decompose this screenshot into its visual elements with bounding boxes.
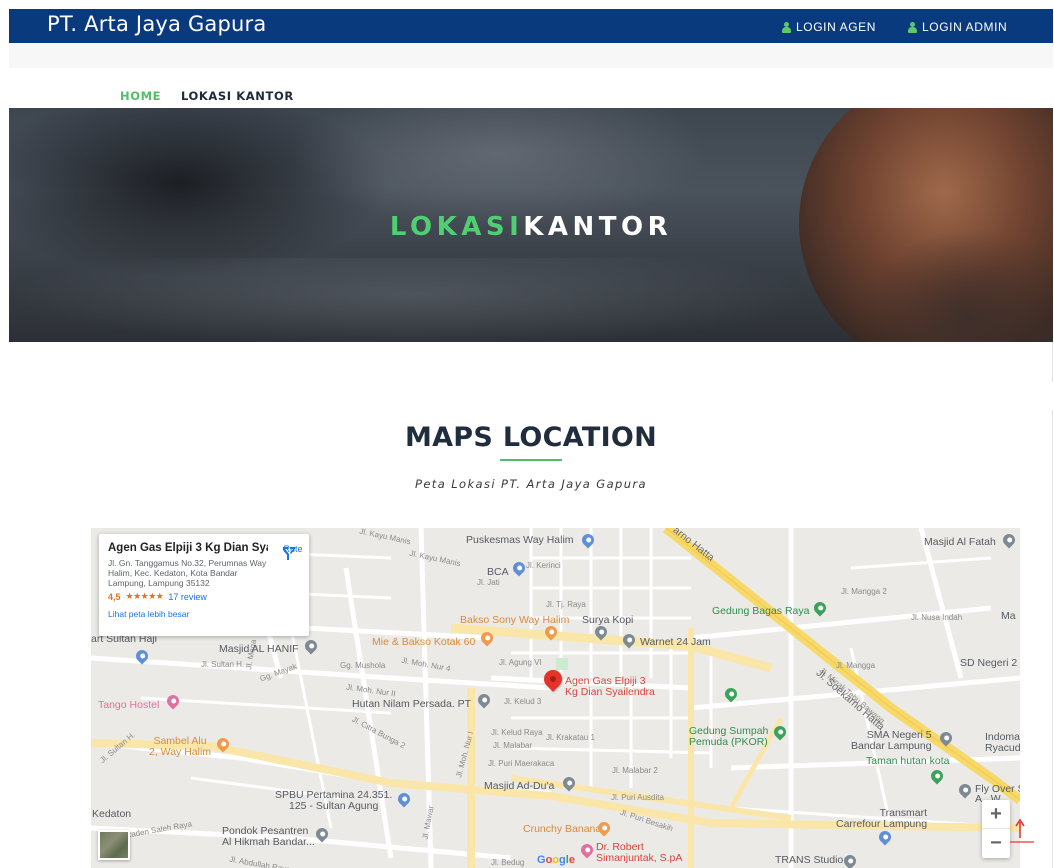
- place-label: Mie & Bakso Kotak 60: [372, 636, 476, 648]
- hero-title: LOKASIKANTOR: [9, 212, 1053, 242]
- place-label: Taman hutan kota: [866, 755, 950, 767]
- road-label: Jl. Puri Ausdita: [611, 793, 664, 802]
- login-admin-link[interactable]: LOGIN ADMIN: [908, 20, 1007, 34]
- road-label: Jl. Tj. Raya: [546, 600, 586, 609]
- road-label: Jl. Kelud Raya: [491, 728, 543, 737]
- hero-banner: LOKASIKANTOR: [9, 108, 1053, 342]
- road-label: Jl. Nusa Indah: [911, 613, 963, 622]
- section-divider: [500, 459, 562, 461]
- place-address: Jl. Gn. Tanggamus No.32, Perumnas Way Ha…: [108, 558, 267, 588]
- road-label: Gg. Mushola: [340, 661, 386, 670]
- login-agen-link[interactable]: LOGIN AGEN: [782, 20, 876, 34]
- zoom-controls: + −: [982, 800, 1010, 858]
- place-label: Masjid Ad-Du'a: [484, 780, 555, 792]
- road-label: Jl. Mangga 2: [841, 587, 887, 596]
- place-label: BCA: [487, 566, 509, 578]
- place-label: Gedung Bagas Raya: [712, 605, 810, 617]
- place-label: Masjid Al Fatah: [924, 536, 996, 548]
- google-logo: Google: [537, 854, 575, 866]
- place-label: Ma: [1001, 610, 1016, 622]
- road-label: Jl. Krakatau 1: [546, 733, 595, 742]
- place-rating: 4,5 ★★★★★ 17 review: [108, 591, 301, 602]
- road-label: Jl. Sultan H.: [201, 660, 245, 669]
- section-title: MAPS LOCATION: [404, 422, 658, 453]
- place-label: SPBU Pertamina 24.351. 125 - Sultan Agung: [275, 789, 393, 812]
- user-icon: [782, 21, 791, 33]
- place-label: Transmart Carrefour Lampung: [836, 807, 928, 830]
- place-label: Crunchy Banana: [523, 823, 602, 835]
- place-label: Warnet 24 Jam: [640, 636, 711, 648]
- place-info-card: Agen Gas Elpiji 3 Kg Dian Syai... Jl. Gn…: [99, 534, 309, 636]
- place-label: IndomaRyacudu: [985, 731, 1020, 754]
- road-label: Jl. Jati: [477, 578, 500, 587]
- place-label: Tango Hostel: [98, 699, 160, 711]
- arrow-up-icon: [1010, 818, 1034, 843]
- zoom-out-button[interactable]: −: [982, 829, 1010, 858]
- road-label: Jl. Bedug: [491, 858, 525, 867]
- directions-icon: [283, 547, 295, 560]
- road-label: Jl. Puri Maerakaca: [488, 759, 555, 768]
- header-strip: [9, 43, 1053, 68]
- place-label: SD Negeri 2: [960, 657, 1018, 669]
- hero-title-accent: LOKASI: [389, 212, 524, 242]
- place-label: Surya Kopi: [582, 614, 634, 626]
- place-label: TRANS Studio: [775, 854, 844, 866]
- road-label: Jl. Kelud 3: [504, 697, 542, 706]
- road-label: Jl. Mangga: [836, 661, 876, 670]
- marker-label: Agen Gas Elpiji 3 Kg Dian Syailendra: [565, 675, 655, 698]
- place-label: Sambel Alu 2, Way Halim: [149, 735, 212, 758]
- hero-title-main: KANTOR: [523, 212, 673, 242]
- place-title: Agen Gas Elpiji 3 Kg Dian Syai...: [108, 542, 268, 554]
- place-label: Kedaton: [92, 808, 132, 820]
- scroll-top-button[interactable]: [1010, 816, 1034, 846]
- road-label: Jl. Kerinci: [526, 561, 561, 570]
- directions-button[interactable]: Rute: [280, 544, 306, 560]
- rating-value: 4,5: [108, 591, 121, 602]
- main-nav: HOME LOKASI KANTOR: [9, 68, 1053, 108]
- road-label: Jl. Agung VI: [499, 658, 542, 667]
- place-label: Hutan Nilam Persada. PT: [352, 698, 472, 710]
- nav-item-home[interactable]: HOME: [120, 89, 161, 103]
- zoom-in-button[interactable]: +: [982, 800, 1010, 829]
- google-map[interactable]: Jl. Kayu Manis Jl. Kayu Manis Jl. Kerinc…: [91, 528, 1020, 868]
- login-agen-label: LOGIN AGEN: [796, 20, 877, 34]
- place-label: Bakso Sony Way Halim: [460, 614, 570, 626]
- login-admin-label: LOGIN ADMIN: [922, 20, 1008, 34]
- brand-title[interactable]: PT. Arta Jaya Gapura: [47, 12, 266, 36]
- page: PT. Arta Jaya Gapura LOGIN AGEN LOGIN AD…: [0, 0, 1054, 868]
- view-larger-map-link[interactable]: Lihat peta lebih besar: [108, 609, 301, 619]
- road-label: Jl. Malabar: [493, 741, 533, 750]
- place-label: SMA Negeri 5 Bandar Lampung: [851, 729, 932, 752]
- section-subtitle: Peta Lokasi PT. Arta Jaya Gapura: [415, 477, 647, 491]
- rating-stars-icon: ★★★★★: [125, 591, 164, 601]
- place-label: Dr. Robert Simanjuntak, S.pA: [596, 841, 683, 864]
- top-bar: PT. Arta Jaya Gapura LOGIN AGEN LOGIN AD…: [9, 9, 1053, 43]
- nav-item-lokasi-kantor[interactable]: LOKASI KANTOR: [181, 89, 294, 103]
- place-label: Puskesmas Way Halim: [466, 534, 574, 546]
- reviews-link[interactable]: 17 review: [168, 592, 207, 602]
- place-label: Gedung Sumpah Pemuda (PKOR): [689, 725, 769, 748]
- place-label: Masjid AL HANIF: [219, 643, 299, 655]
- user-icon: [908, 21, 917, 33]
- place-label: Pondok Pesantren Al Hikmah Bandar...: [222, 825, 315, 848]
- road-label: Jl. Malabar 2: [612, 766, 658, 775]
- satellite-view-toggle[interactable]: [98, 830, 130, 860]
